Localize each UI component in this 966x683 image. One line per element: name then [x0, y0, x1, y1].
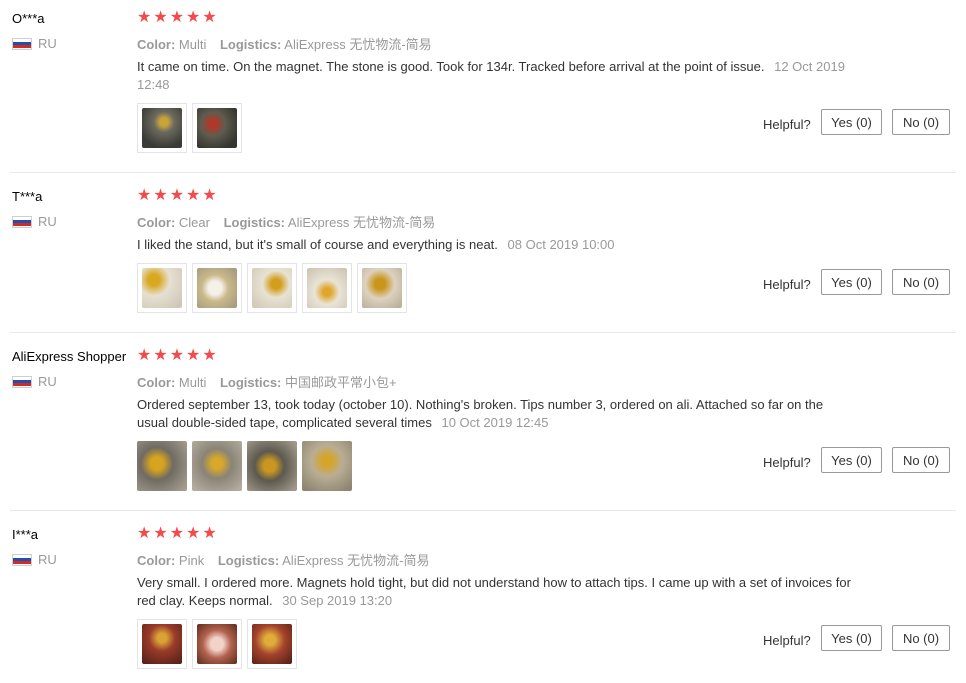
review-photo-thumbnail[interactable] [247, 441, 297, 491]
review-photo-thumbnail[interactable] [247, 619, 297, 669]
helpful-label: Helpful? [763, 455, 811, 470]
helpful-no-button[interactable]: No (0) [892, 625, 950, 651]
review-date: 10 Oct 2019 12:45 [441, 415, 549, 430]
review-text: Very small. I ordered more. Magnets hold… [137, 574, 857, 610]
russia-flag-icon [12, 215, 32, 228]
helpful-yes-button[interactable]: Yes (0) [821, 625, 882, 651]
reviewer-name: O***a [12, 11, 45, 26]
review-photo-thumbnail[interactable] [137, 103, 187, 153]
review-date: 08 Oct 2019 10:00 [507, 237, 615, 252]
review-meta: Color: Multi Logistics: 中国邮政平常小包+ [137, 372, 397, 391]
review-divider [10, 332, 956, 333]
helpful-no-button[interactable]: No (0) [892, 109, 950, 135]
country-code: RU [38, 214, 57, 229]
country-code: RU [38, 552, 57, 567]
helpful-yes-button[interactable]: Yes (0) [821, 109, 882, 135]
review-photo-thumbnail[interactable] [137, 441, 187, 491]
logistics-value: 中国邮政平常小包+ [285, 375, 397, 390]
helpful-no-button[interactable]: No (0) [892, 269, 950, 295]
helpful-label: Helpful? [763, 117, 811, 132]
logistics-value: AliExpress 无忧物流-简易 [284, 37, 432, 52]
review-photo-thumbnail[interactable] [137, 263, 187, 313]
review-photos [137, 441, 352, 491]
review-text: I liked the stand, but it's small of cou… [137, 236, 857, 254]
review-meta: Color: Multi Logistics: AliExpress 无忧物流-… [137, 34, 432, 53]
color-label: Color: [137, 375, 176, 390]
review-photo-thumbnail[interactable] [302, 441, 352, 491]
logistics-label: Logistics: [217, 553, 280, 568]
helpful-label: Helpful? [763, 277, 811, 292]
color-label: Color: [137, 37, 176, 52]
review-date: 30 Sep 2019 13:20 [282, 593, 393, 608]
review-photo-thumbnail[interactable] [192, 441, 242, 491]
review-divider [10, 510, 956, 511]
review-body: It came on time. On the magnet. The ston… [137, 59, 765, 74]
color-value: Pink [178, 553, 205, 568]
helpful-no-button[interactable]: No (0) [892, 447, 950, 473]
helpful-yes-button[interactable]: Yes (0) [821, 269, 882, 295]
review-photo-thumbnail[interactable] [302, 263, 352, 313]
review-meta: Color: Pink Logistics: AliExpress 无忧物流-简… [137, 550, 430, 569]
reviewer-name: AliExpress Shopper [12, 349, 127, 364]
reviewer-country: RU [12, 374, 57, 389]
star-rating: ★★★★★ [137, 525, 219, 542]
logistics-label: Logistics: [219, 37, 282, 52]
review-photo-thumbnail[interactable] [192, 103, 242, 153]
russia-flag-icon [12, 553, 32, 566]
review-photos [137, 263, 407, 313]
logistics-value: AliExpress 无忧物流-简易 [282, 553, 430, 568]
review-photo-thumbnail[interactable] [137, 619, 187, 669]
russia-flag-icon [12, 375, 32, 388]
reviewer-name: T***a [12, 189, 43, 204]
color-value: Multi [178, 375, 207, 390]
review-meta: Color: Clear Logistics: AliExpress 无忧物流-… [137, 212, 435, 231]
review-photos [137, 619, 297, 669]
color-label: Color: [137, 553, 176, 568]
review-photo-thumbnail[interactable] [357, 263, 407, 313]
helpful-yes-button[interactable]: Yes (0) [821, 447, 882, 473]
logistics-value: AliExpress 无忧物流-简易 [287, 215, 436, 230]
helpful-label: Helpful? [763, 633, 811, 648]
star-rating: ★★★★★ [137, 187, 219, 204]
review-text: It came on time. On the magnet. The ston… [137, 58, 857, 94]
color-value: Clear [178, 215, 210, 230]
star-rating: ★★★★★ [137, 347, 219, 364]
review-photos [137, 103, 242, 153]
color-value: Multi [178, 37, 207, 52]
country-code: RU [38, 36, 57, 51]
logistics-label: Logistics: [223, 215, 286, 230]
reviewer-country: RU [12, 552, 57, 567]
logistics-label: Logistics: [219, 375, 282, 390]
reviewer-country: RU [12, 214, 57, 229]
reviewer-name: I***a [12, 527, 39, 542]
star-rating: ★★★★★ [137, 9, 219, 26]
review-photo-thumbnail[interactable] [247, 263, 297, 313]
country-code: RU [38, 374, 57, 389]
reviewer-country: RU [12, 36, 57, 51]
russia-flag-icon [12, 37, 32, 50]
review-photo-thumbnail[interactable] [192, 263, 242, 313]
review-body: Very small. I ordered more. Magnets hold… [137, 575, 851, 608]
review-text: Ordered september 13, took today (octobe… [137, 396, 857, 432]
review-body: I liked the stand, but it's small of cou… [137, 237, 498, 252]
review-divider [10, 172, 956, 173]
review-photo-thumbnail[interactable] [192, 619, 242, 669]
color-label: Color: [137, 215, 176, 230]
